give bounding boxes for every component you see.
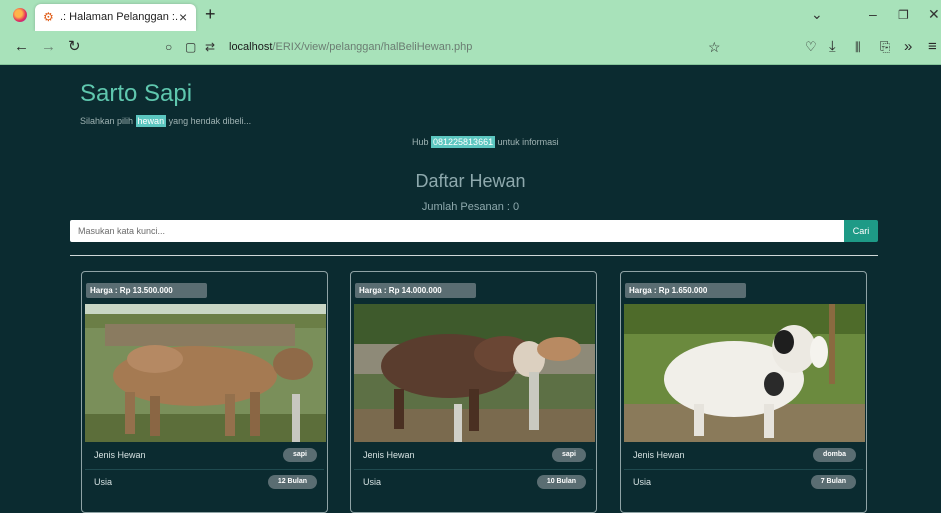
tab-title: .: Halaman Pelanggan :. [60,11,179,23]
close-window-icon[interactable]: ✕ [928,6,940,23]
url-host: localhost [229,41,273,53]
tab-list-chevron-icon[interactable]: ⌄ [811,6,823,23]
library-icon[interactable]: ⫼ [855,39,861,55]
subtitle: Silahkan pilih hewan yang hendak dibeli.… [80,115,252,127]
order-count: Jumlah Pesanan : 0 [421,201,520,213]
type-label: Jenis Hewan [94,450,146,460]
site-title: Sarto Sapi [80,80,193,107]
animal-type-row: Jenis Hewan domba [624,443,863,470]
animal-type-row: Jenis Hewan sapi [85,443,324,470]
subtitle-text: Silahkan pilih [80,116,136,126]
animal-card[interactable]: Harga : Rp 14.000.000 Jenis Hewan sapi U… [350,271,597,513]
divider [70,255,878,256]
contact-prefix: Hub [412,137,432,147]
price-label: Harga : Rp 13.500.000 [86,283,207,298]
extensions-icon[interactable]: ⎘ [880,39,890,55]
minimize-icon[interactable]: – [869,6,877,22]
search-button[interactable]: Cari [844,220,878,242]
restore-icon[interactable]: ❐ [898,8,909,22]
type-label: Jenis Hewan [633,450,685,460]
list-title: Daftar Hewan [415,171,526,191]
page-content: Sarto Sapi Silahkan pilih hewan yang hen… [0,65,941,513]
download-icon[interactable]: ⤓ [829,39,836,55]
type-badge: sapi [551,448,586,462]
search-input[interactable] [70,220,844,242]
tab-close-icon[interactable]: × [179,9,187,25]
contact-info: Hub 081225813661 untuk informasi [412,136,559,148]
pocket-icon[interactable]: ♡ [805,39,817,55]
back-arrow-icon[interactable]: ← [14,39,29,55]
animal-age-row: Usia 7 Bulan [624,470,863,496]
browser-tab-bar: ⚙ .: Halaman Pelanggan :. × + ⌄ – ❐ ✕ [0,0,941,31]
browser-nav-bar: ← → ↻ ○ ▢ ⇄ localhost/ERIX/view/pelangga… [0,31,941,65]
url-path: /ERIX/view/pelanggan/halBeliHewan.php [272,41,473,53]
type-label: Jenis Hewan [363,450,415,460]
browser-tab-active[interactable]: ⚙ .: Halaman Pelanggan :. × [35,4,196,31]
age-label: Usia [363,477,382,487]
subtitle-highlight: hewan [135,115,167,127]
animal-type-row: Jenis Hewan sapi [354,443,593,470]
age-badge: 10 Bulan [536,475,586,489]
page-info-icon[interactable]: ▢ [185,40,196,54]
firefox-logo-icon[interactable] [13,8,27,22]
new-tab-icon[interactable]: + [205,4,216,25]
white-sheep-photo [624,304,865,442]
forward-arrow-icon[interactable]: → [41,39,56,55]
type-badge: sapi [282,448,317,462]
bookmark-star-icon[interactable]: ☆ [708,39,721,55]
animal-card[interactable]: Harga : Rp 13.500.000 Jenis Hewan sapi U… [81,271,328,513]
age-badge: 7 Bulan [810,475,856,489]
url-field[interactable]: localhost/ERIX/view/pelanggan/halBeliHew… [229,41,472,53]
brown-cattle-photo [85,304,326,442]
age-badge: 12 Bulan [267,475,317,489]
overflow-menu-icon[interactable]: » [904,39,912,55]
tab-favicon-icon: ⚙ [43,10,54,24]
shield-icon[interactable]: ○ [165,40,172,54]
animal-age-row: Usia 10 Bulan [354,470,593,496]
hamburger-menu-icon[interactable]: ≡ [928,39,937,55]
age-label: Usia [633,477,652,487]
type-badge: domba [813,448,856,462]
dark-cattle-photo [354,304,595,442]
connection-icon[interactable]: ⇄ [205,40,215,54]
age-label: Usia [94,477,113,487]
animal-age-row: Usia 12 Bulan [85,470,324,496]
contact-phone: 081225813661 [431,136,496,148]
animal-card[interactable]: Harga : Rp 1.650.000 Jenis Hewan domba U… [620,271,867,513]
price-label: Harga : Rp 14.000.000 [355,283,476,298]
subtitle-text-after: yang hendak dibeli... [166,116,252,126]
reload-icon[interactable]: ↻ [68,39,81,55]
contact-suffix: untuk informasi [495,137,559,147]
price-label: Harga : Rp 1.650.000 [625,283,746,298]
